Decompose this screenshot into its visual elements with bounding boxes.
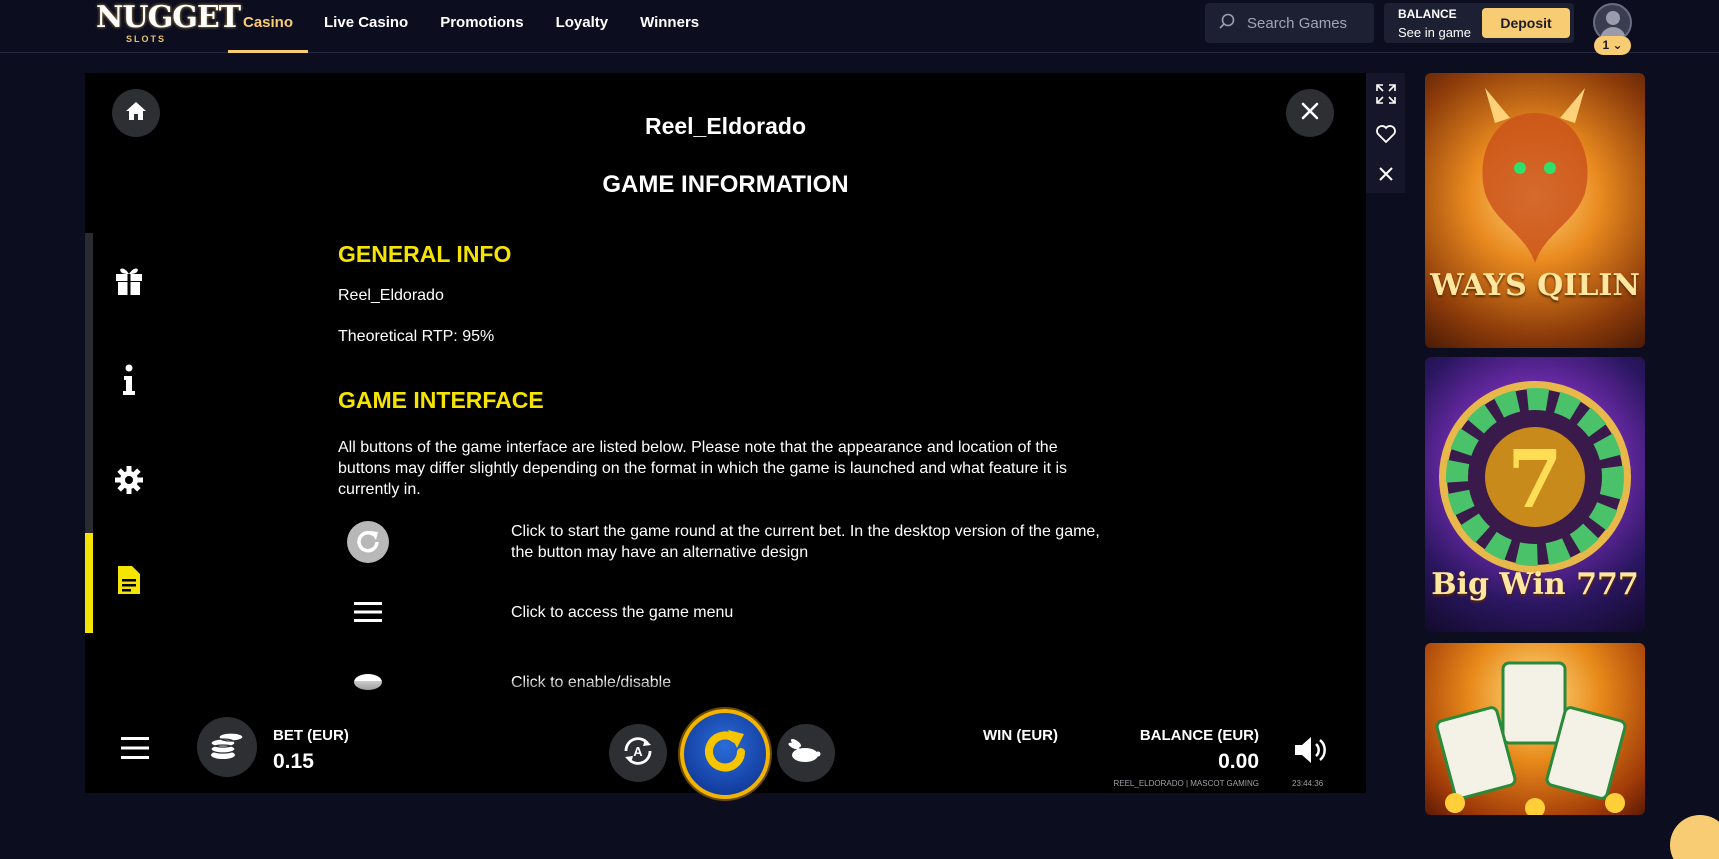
speaker-icon	[1293, 737, 1329, 769]
game-balance-value: 0.00	[1218, 750, 1259, 773]
tile-caption-big-win: Big Win 777	[1431, 567, 1639, 602]
provider-text: REEL_ELDORADO | MASCOT GAMING	[1113, 779, 1259, 788]
game-menu-button[interactable]	[121, 736, 149, 765]
game-bottom-bar: BET (EUR) 0.15 A WIN (EUR) BALANCE (EUR)…	[85, 693, 1366, 799]
game-tile-big-win-777[interactable]: 7 Big Win 777	[1425, 357, 1645, 632]
rabbit-icon	[788, 738, 824, 769]
logo-main-text: NUGGET	[96, 0, 241, 35]
search-input[interactable]	[1247, 14, 1367, 32]
close-game-icon[interactable]	[1375, 163, 1396, 184]
coins-icon	[209, 729, 245, 766]
search-box[interactable]	[1205, 3, 1374, 43]
game-side-controls	[1366, 73, 1405, 193]
chevron-down-icon: ⌄	[1612, 38, 1623, 52]
settings-gear-icon[interactable]	[112, 463, 146, 497]
level-badge[interactable]: 1 ⌄	[1594, 36, 1631, 55]
win-label: WIN (EUR)	[983, 727, 1058, 744]
nav-winners[interactable]: Winners	[624, 0, 715, 53]
spin-arrow-icon	[697, 724, 753, 785]
svg-text:A: A	[633, 744, 643, 759]
game-frame: Reel_Eldorado GAME INFORMATION GENERAL I…	[85, 73, 1366, 799]
info-row-menu-text: Click to access the game menu	[511, 604, 734, 621]
spin-icon	[338, 520, 398, 564]
level-badge-value: 1	[1602, 38, 1610, 52]
bet-coins-button[interactable]	[197, 717, 257, 777]
bet-value: 0.15	[273, 750, 314, 773]
interface-intro-text: All buttons of the game interface are li…	[338, 439, 1068, 498]
sound-button[interactable]	[1293, 735, 1329, 770]
game-clock: 23:44:36	[1292, 779, 1324, 788]
game-interface-heading-row: GAME INTERFACE	[338, 387, 1198, 414]
balance-label: BALANCE	[1398, 7, 1457, 21]
game-title: Reel_Eldorado	[644, 113, 807, 139]
info-row-menu: Click to access the game menu	[338, 596, 1198, 636]
nav-live-casino[interactable]: Live Casino	[308, 0, 424, 53]
general-info-heading-row: GENERAL INFO	[338, 241, 1198, 268]
nav-promotions[interactable]: Promotions	[424, 0, 539, 53]
deposit-button[interactable]: Deposit	[1482, 8, 1570, 38]
autoplay-icon: A	[618, 731, 658, 776]
qilin-dragon-art	[1482, 88, 1588, 263]
game-interface-heading: GAME INTERFACE	[338, 387, 544, 413]
menu-icon	[338, 600, 398, 624]
balance-value: See in game	[1398, 25, 1471, 40]
left-menu-active-indicator	[85, 533, 93, 633]
nav-casino[interactable]: Casino	[228, 0, 309, 53]
hamburger-icon	[121, 737, 149, 764]
document-icon[interactable]	[112, 563, 146, 597]
fullscreen-icon[interactable]	[1375, 83, 1396, 104]
bet-label: BET (EUR)	[273, 727, 349, 744]
game-tile-ways-of-the-qilin[interactable]: WAYS QILIN	[1425, 73, 1645, 348]
nugget-slots-logo[interactable]: NUGGET SLOTS	[96, 0, 241, 46]
turbo-button[interactable]	[777, 724, 835, 782]
game-tile-mahjong[interactable]	[1425, 643, 1645, 815]
game-balance-label: BALANCE (EUR)	[1139, 727, 1259, 744]
main-nav: Casino Live Casino Promotions Loyalty Wi…	[228, 0, 715, 53]
autoplay-button[interactable]: A	[609, 724, 667, 782]
game-information-heading: GAME INFORMATION	[602, 171, 849, 198]
svg-text:7: 7	[1507, 432, 1563, 526]
spin-button[interactable]	[680, 709, 770, 799]
info-icon[interactable]	[112, 363, 146, 397]
game-info-content[interactable]: GENERAL INFO Reel_Eldorado Theoretical R…	[338, 241, 1198, 721]
top-navigation-bar: NUGGET SLOTS Casino Live Casino Promotio…	[0, 0, 1719, 55]
game-name-text: Reel_Eldorado	[338, 287, 444, 304]
favorite-heart-icon[interactable]	[1375, 123, 1396, 144]
logo-sub-text: SLOTS	[125, 34, 166, 44]
nav-loyalty[interactable]: Loyalty	[540, 0, 625, 53]
rtp-text: Theoretical RTP: 95%	[338, 328, 495, 345]
general-info-heading: GENERAL INFO	[338, 241, 512, 267]
info-row-spin: Click to start the game round at the cur…	[338, 518, 1198, 566]
tile-caption-qilin: WAYS QILIN	[1430, 268, 1640, 303]
info-row-spin-text: Click to start the game round at the cur…	[511, 523, 1100, 561]
live-chat-button[interactable]	[1670, 815, 1719, 859]
gift-icon[interactable]	[112, 263, 146, 297]
header-balance-box: BALANCE See in game Deposit	[1384, 3, 1574, 43]
search-icon	[1219, 13, 1235, 34]
mahjong-tiles-art	[1435, 661, 1627, 815]
